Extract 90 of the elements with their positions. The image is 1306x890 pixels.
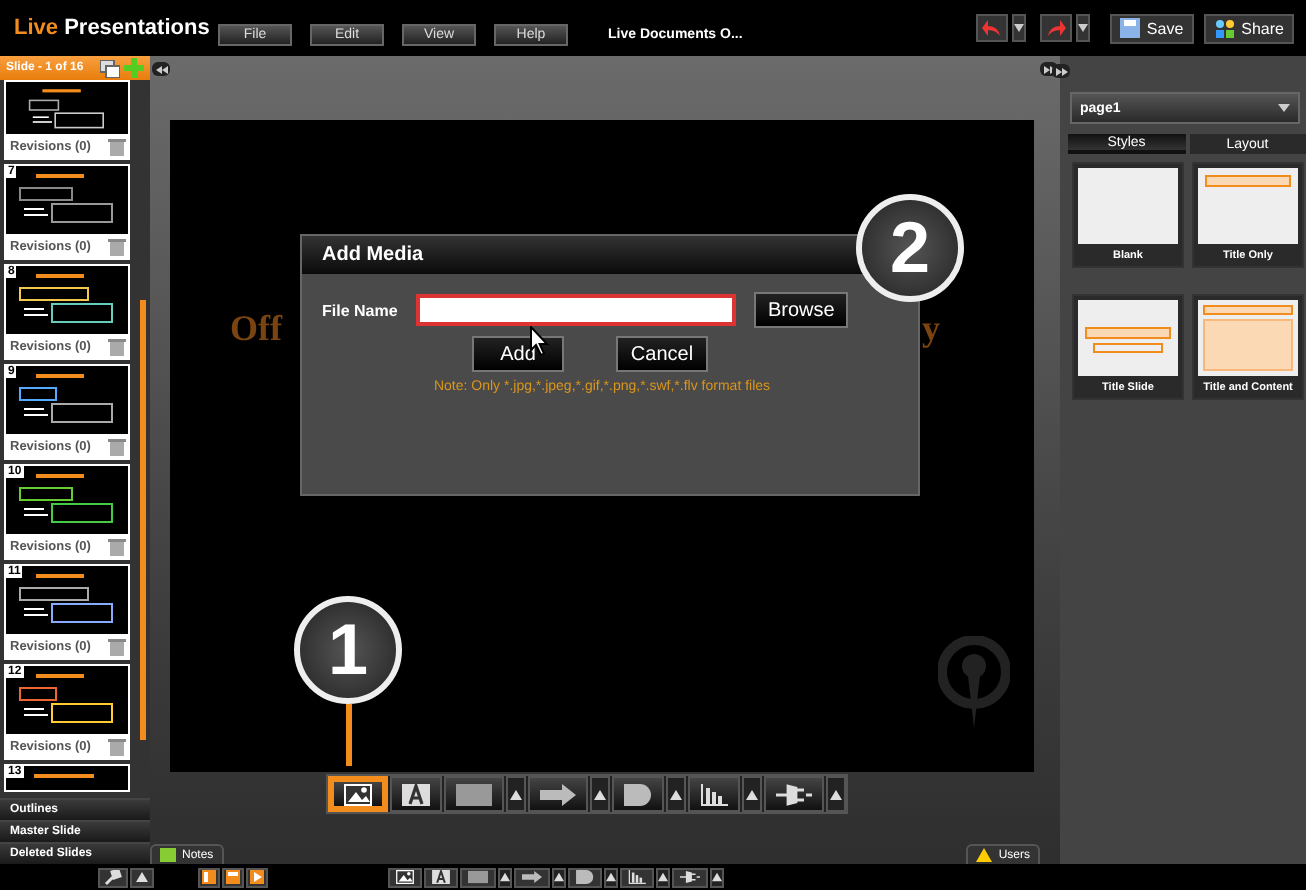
text-box-icon xyxy=(432,870,450,884)
tool-dropdown-button[interactable] xyxy=(506,776,526,812)
caret-icon xyxy=(554,872,564,882)
rectangle-icon xyxy=(468,870,488,884)
caret-icon xyxy=(830,789,842,799)
insert-tool-button[interactable] xyxy=(568,867,602,887)
caret-icon xyxy=(712,872,722,882)
copy-slide-icon[interactable] xyxy=(100,59,120,77)
browse-button[interactable]: Browse xyxy=(754,292,849,328)
insert-tool-button[interactable] xyxy=(390,776,442,812)
trash-icon[interactable] xyxy=(108,437,126,455)
trash-icon[interactable] xyxy=(108,137,126,155)
tools-button[interactable] xyxy=(98,867,128,887)
note-icon xyxy=(160,848,176,862)
arrow-icon xyxy=(522,870,542,884)
tool-dropdown-button[interactable] xyxy=(498,867,512,887)
redo-button[interactable] xyxy=(1040,14,1073,42)
app-name: Live Presentations xyxy=(14,16,210,40)
insert-tool-button[interactable] xyxy=(328,776,388,812)
tool-dropdown-button[interactable] xyxy=(604,867,618,887)
insert-tool-button[interactable] xyxy=(444,776,504,812)
insert-tool-button[interactable] xyxy=(460,867,496,887)
tool-dropdown-button[interactable] xyxy=(666,776,686,812)
undo-button[interactable] xyxy=(976,14,1009,42)
trash-icon[interactable] xyxy=(108,237,126,255)
undo-icon xyxy=(982,20,1003,36)
half-round-shape-icon xyxy=(624,783,652,805)
caret-icon xyxy=(606,872,616,882)
tool-dropdown-button[interactable] xyxy=(826,776,846,812)
arrow-icon xyxy=(540,783,576,805)
share-button[interactable]: Share xyxy=(1203,13,1294,43)
bar-chart-icon xyxy=(628,870,646,884)
collapse-left-button[interactable] xyxy=(152,62,170,76)
half-round-shape-icon xyxy=(576,870,594,884)
tool-dropdown-button[interactable] xyxy=(656,867,670,887)
file-name-field[interactable] xyxy=(416,294,736,326)
caret-icon xyxy=(1078,24,1089,32)
step-callout: 2 xyxy=(856,194,964,302)
text-box-icon xyxy=(402,783,430,805)
caret-icon xyxy=(510,789,522,799)
leader-line xyxy=(346,704,352,766)
insert-tool-button[interactable] xyxy=(672,867,708,887)
insert-tool-button[interactable] xyxy=(688,776,740,812)
save-icon xyxy=(1120,18,1141,38)
trash-icon[interactable] xyxy=(108,637,126,655)
insert-tool-button[interactable] xyxy=(424,867,458,887)
insert-tool-button[interactable] xyxy=(764,776,824,812)
tools-dropdown[interactable] xyxy=(130,867,154,887)
trash-icon[interactable] xyxy=(108,537,126,555)
caret-icon xyxy=(746,789,758,799)
redo-dropdown[interactable] xyxy=(1076,14,1091,42)
caret-icon xyxy=(594,789,606,799)
caret-icon xyxy=(670,789,682,799)
scrollbar[interactable] xyxy=(140,300,146,740)
caret-icon xyxy=(658,872,668,882)
plug-icon xyxy=(680,870,700,884)
image-icon xyxy=(396,870,414,884)
bar-chart-icon xyxy=(700,783,728,805)
trash-icon[interactable] xyxy=(108,337,126,355)
image-icon xyxy=(344,783,372,805)
caret-icon xyxy=(500,872,510,882)
insert-tool-button[interactable] xyxy=(612,776,664,812)
insert-tool-button[interactable] xyxy=(620,867,654,887)
share-icon xyxy=(1213,18,1236,38)
tool-dropdown-button[interactable] xyxy=(590,776,610,812)
cancel-button[interactable]: Cancel xyxy=(616,336,708,372)
slide-thumbnail[interactable] xyxy=(6,82,128,134)
insert-tool-button[interactable] xyxy=(514,867,550,887)
save-button[interactable]: Save xyxy=(1110,13,1194,43)
caret-icon xyxy=(1014,24,1025,32)
undo-dropdown[interactable] xyxy=(1012,14,1027,42)
redo-icon xyxy=(1046,20,1067,36)
step-callout: 1 xyxy=(294,596,402,704)
plug-icon xyxy=(776,783,812,805)
field-label: File Name xyxy=(322,301,398,319)
tool-dropdown-button[interactable] xyxy=(742,776,762,812)
caret-icon xyxy=(136,872,148,882)
insert-tool-button[interactable] xyxy=(388,867,422,887)
rectangle-icon xyxy=(456,783,492,805)
play-button[interactable] xyxy=(246,867,268,887)
trash-icon[interactable] xyxy=(108,737,126,755)
add-button[interactable]: Add xyxy=(472,336,564,372)
caret-icon xyxy=(1278,104,1290,112)
tool-dropdown-button[interactable] xyxy=(710,867,724,887)
insert-tool-button[interactable] xyxy=(528,776,588,812)
view-button[interactable] xyxy=(198,867,220,887)
view-button[interactable] xyxy=(222,867,244,887)
tool-dropdown-button[interactable] xyxy=(552,867,566,887)
slide-title-fragment: Off xyxy=(230,308,282,350)
slide-title-fragment: y xyxy=(922,308,940,350)
